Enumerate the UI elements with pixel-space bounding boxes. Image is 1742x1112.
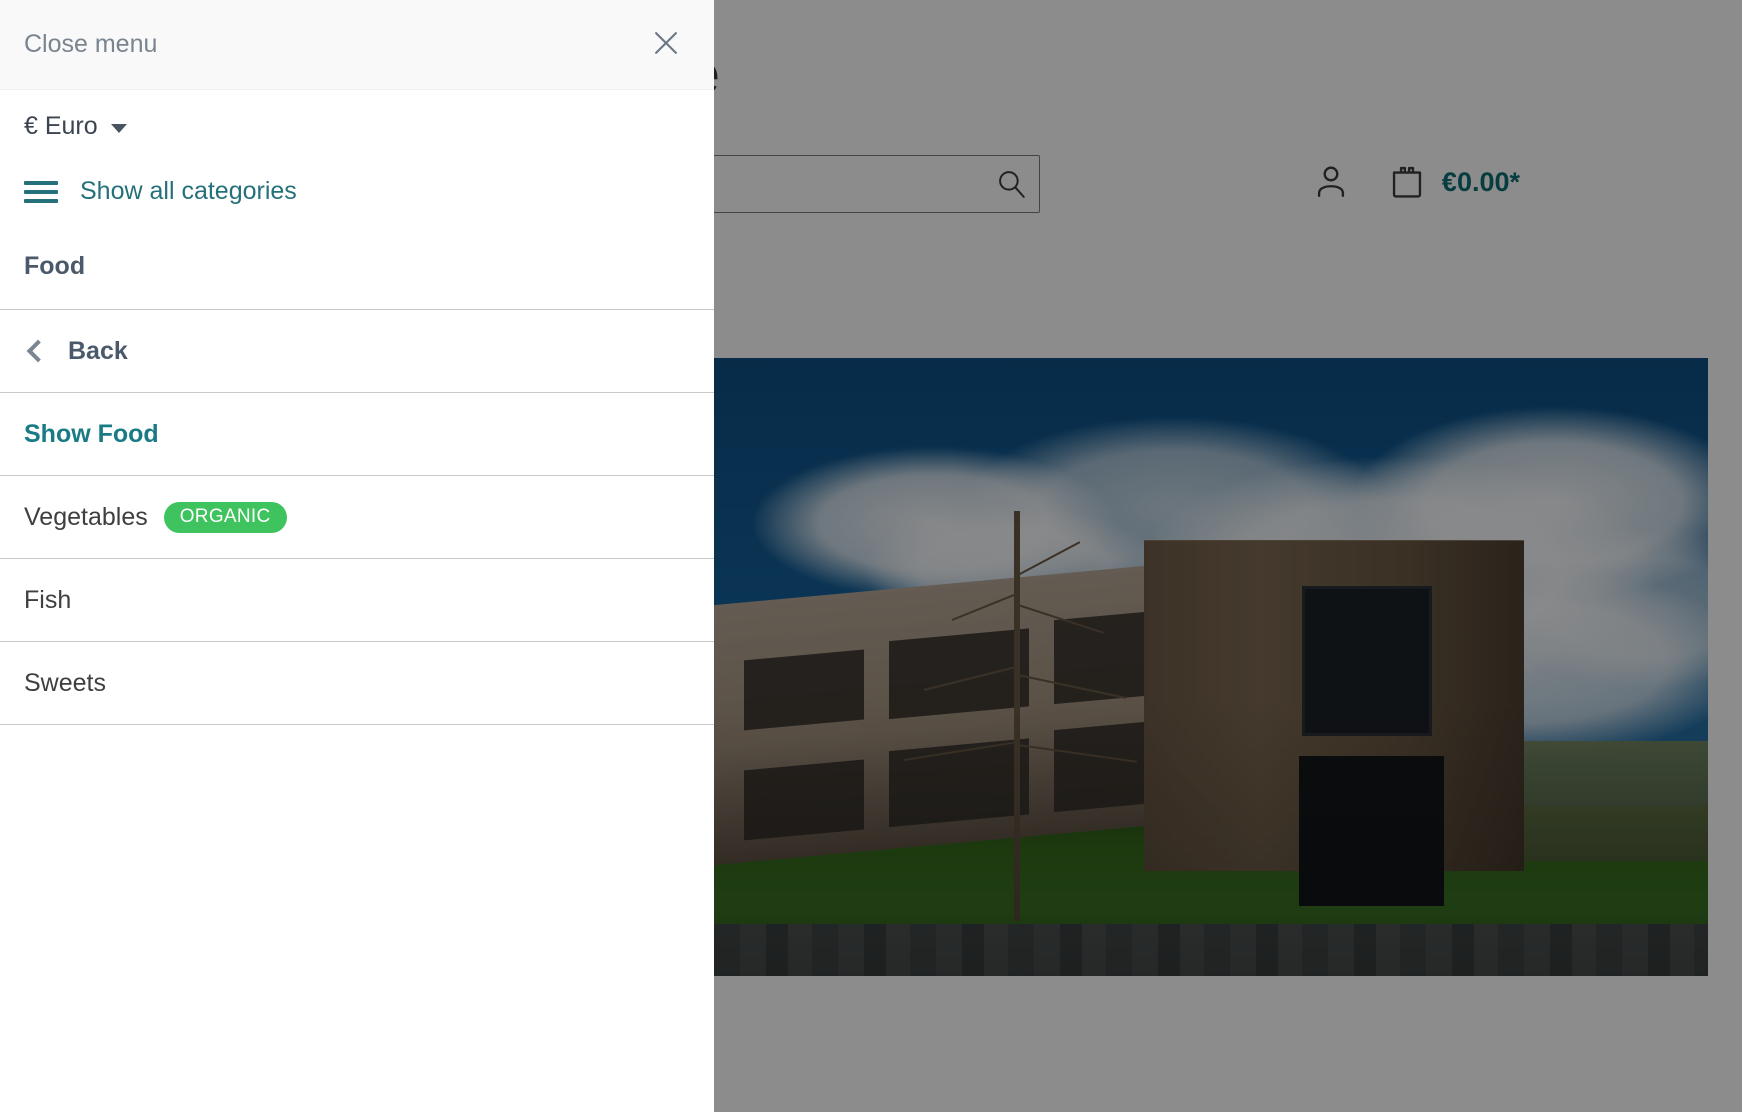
show-all-categories-link[interactable]: Show all categories [0, 155, 714, 232]
nav-item-fish[interactable]: Fish [0, 559, 714, 642]
offcanvas-header: Close menu [0, 0, 714, 90]
currency-row: € Euro [0, 90, 714, 155]
show-all-categories-label: Show all categories [80, 177, 297, 205]
nav-item-vegetables[interactable]: Vegetables ORGANIC [0, 476, 714, 559]
currency-label: € Euro [24, 112, 98, 140]
nav-item-sweets[interactable]: Sweets [0, 642, 714, 725]
close-menu-button[interactable] [646, 25, 686, 65]
nav-show-category[interactable]: Show Food [0, 393, 714, 476]
nav-show-category-label: Show Food [24, 419, 159, 448]
nav-item-label: Sweets [24, 668, 106, 697]
offcanvas-empty-space [0, 725, 714, 1112]
nav-back-label: Back [68, 336, 128, 365]
current-category-heading: Food [0, 232, 714, 310]
nav-item-label: Vegetables [24, 502, 148, 531]
close-icon [649, 26, 683, 63]
currency-selector[interactable]: € Euro [24, 112, 127, 141]
offcanvas-navigation: Close menu € Euro Show all categories Fo… [0, 0, 714, 1112]
nav-item-label: Fish [24, 585, 72, 614]
chevron-left-icon [26, 339, 50, 363]
hamburger-icon [24, 180, 58, 203]
nav-back-button[interactable]: Back [0, 310, 714, 393]
status-badge: ORGANIC [163, 501, 287, 533]
close-menu-label: Close menu [24, 30, 158, 58]
chevron-down-icon [110, 124, 127, 133]
